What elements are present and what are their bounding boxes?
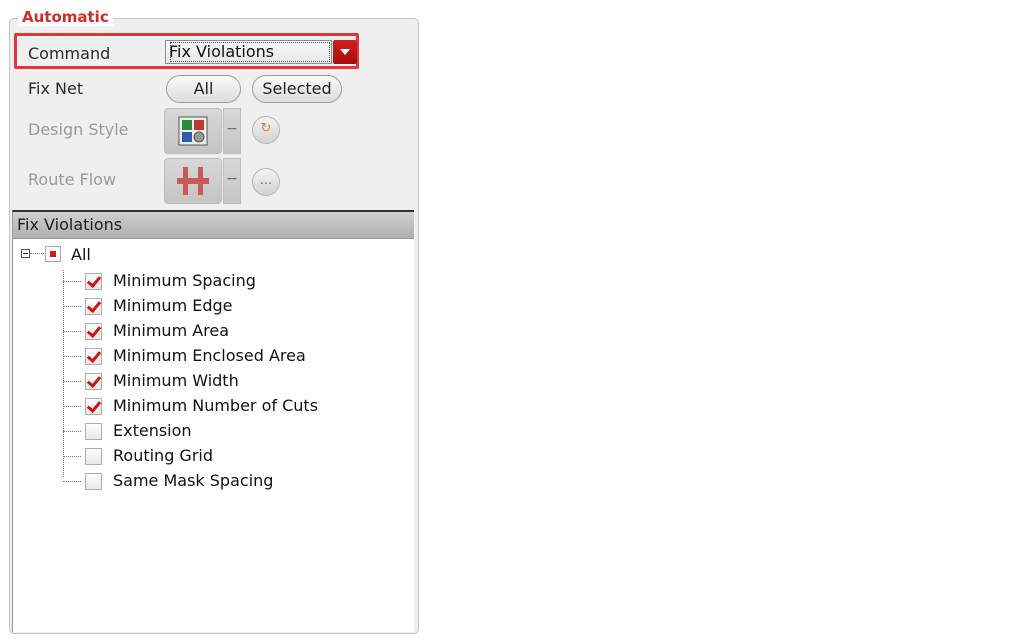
violation-item[interactable]: Same Mask Spacing [63,470,403,495]
violation-item[interactable]: Minimum Enclosed Area [63,345,403,370]
violation-item[interactable]: Minimum Area [63,320,403,345]
command-dropdown-button[interactable] [333,40,357,64]
route-flow-more-button[interactable]: ... [252,168,280,196]
tree-connector [63,331,81,332]
fix-net-label: Fix Net [28,79,84,98]
violation-item[interactable]: Minimum Spacing [63,270,403,295]
violation-label: Minimum Width [113,371,239,390]
tree-connector [63,381,81,382]
tree-connector [63,281,81,282]
command-value: Fix Violations [169,41,331,63]
violation-label: Minimum Area [113,321,230,340]
violation-item[interactable]: Routing Grid [63,445,403,470]
command-combobox[interactable]: Fix Violations [165,40,332,64]
tree-connector [63,406,81,407]
fix-net-selected-button[interactable]: Selected [252,75,342,103]
refresh-icon: ↻ [260,121,272,136]
tree-connector [63,356,81,357]
route-flow-button[interactable] [164,158,222,204]
violation-checkbox[interactable] [85,348,102,365]
fix-net-all-button[interactable]: All [166,75,241,103]
command-label: Command [28,44,111,63]
violation-checkbox[interactable] [85,373,102,390]
violation-checkbox[interactable] [85,298,102,315]
tree-root-label: All [71,245,91,264]
violation-label: Routing Grid [113,446,214,465]
tree-connector [30,253,44,254]
violation-checkbox[interactable] [85,473,102,490]
route-flow-icon [177,167,209,195]
violation-item[interactable]: Minimum Number of Cuts [63,395,403,420]
design-style-icon [178,116,208,146]
design-style-minus-button[interactable]: − [223,108,241,154]
violation-label: Same Mask Spacing [113,471,274,490]
tree-connector [63,481,81,482]
violation-item[interactable]: Minimum Edge [63,295,403,320]
ellipsis-icon: ... [259,173,273,188]
violation-checkbox[interactable] [85,273,102,290]
design-style-button[interactable] [164,108,222,154]
violation-label: Minimum Edge [113,296,233,315]
violation-item[interactable]: Minimum Width [63,370,403,395]
violation-item[interactable]: Extension [63,420,403,445]
design-style-label: Design Style [28,120,129,139]
violation-checkbox[interactable] [85,423,102,440]
violation-label: Minimum Number of Cuts [113,396,319,415]
tree-connector [63,456,81,457]
violation-label: Extension [113,421,192,440]
fix-violations-tree: Fix Violations All Minimum Spacing Minimu… [12,210,414,632]
violation-checkbox[interactable] [85,448,102,465]
panel-title: Automatic [18,8,113,26]
violation-checkbox[interactable] [85,323,102,340]
route-flow-label: Route Flow [28,170,117,189]
design-style-refresh-button[interactable]: ↻ [252,116,280,144]
violation-label: Minimum Spacing [113,271,256,290]
violation-checkbox[interactable] [85,398,102,415]
route-flow-minus-button[interactable]: − [223,158,241,204]
collapse-icon[interactable] [21,249,30,258]
chevron-down-icon [340,49,350,55]
violation-label: Minimum Enclosed Area [113,346,306,365]
tree-connector [63,306,81,307]
tree-connector [63,431,81,432]
tree-header: Fix Violations [13,212,414,239]
all-tristate-checkbox[interactable] [45,246,61,262]
